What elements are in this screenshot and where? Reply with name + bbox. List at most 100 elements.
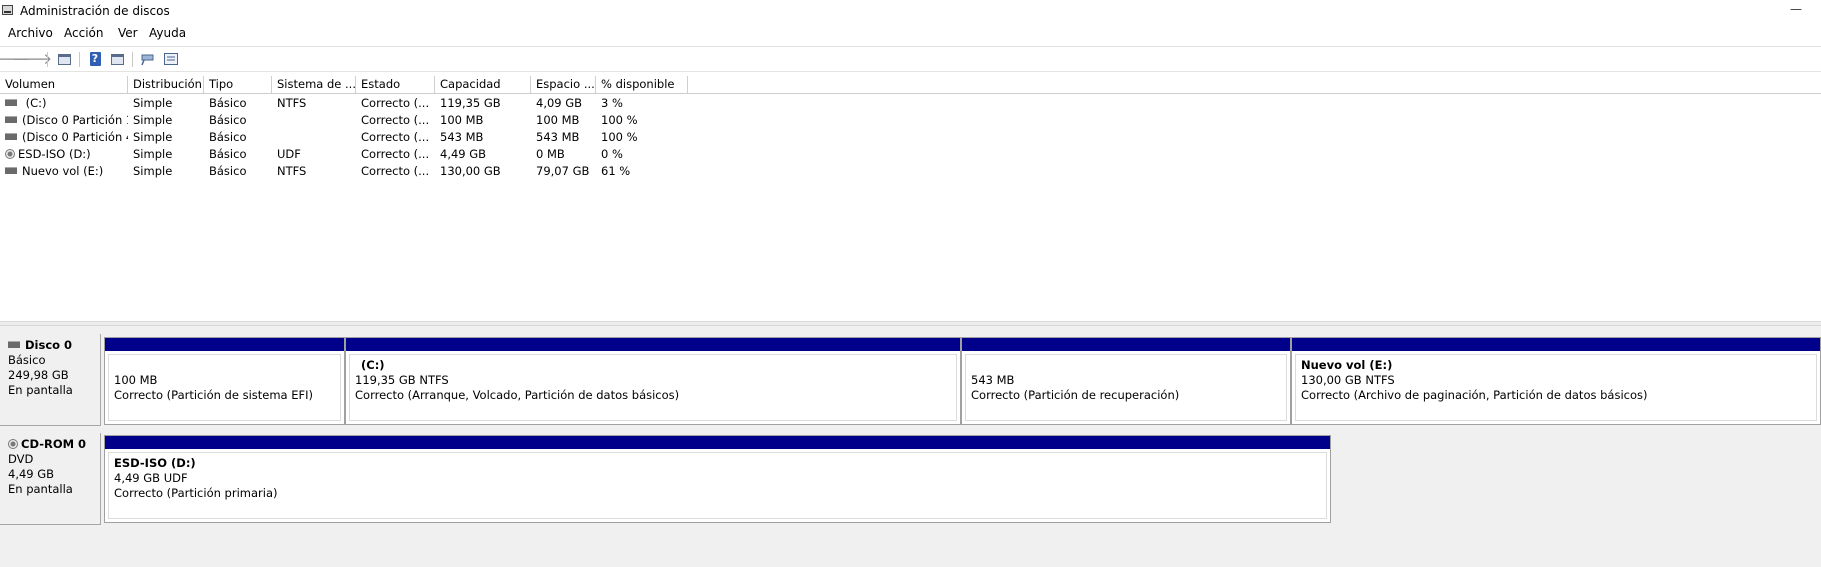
layout-cell: Simple (133, 130, 173, 144)
menu-accion[interactable]: Acción (62, 26, 105, 40)
column-header-disponible[interactable]: % disponible (596, 76, 688, 94)
disk-type: DVD (8, 452, 34, 466)
free-space-cell: 4,09 GB (536, 96, 583, 110)
filesystem-cell: NTFS (277, 164, 307, 178)
capacity-cell: 119,35 GB (440, 96, 501, 110)
toolbar: 🡐 🡒 ? (0, 46, 1821, 72)
table-row[interactable]: Nuevo vol (E:) Simple Básico NTFS Correc… (0, 163, 700, 180)
type-cell: Básico (209, 96, 247, 110)
minimize-button[interactable]: — (1781, 2, 1811, 18)
menu-ayuda[interactable]: Ayuda (147, 26, 188, 40)
partition-d[interactable]: ESD-ISO (D:) 4,49 GB UDF Correcto (Parti… (104, 435, 1331, 523)
partition-name: (C:) (361, 358, 385, 372)
connect-drive-icon[interactable] (140, 51, 156, 67)
column-header-volumen[interactable]: Volumen (0, 76, 128, 94)
partition-size: 130,00 GB NTFS (1301, 373, 1395, 387)
percent-free-cell: 100 % (601, 113, 638, 127)
column-header-sistema[interactable]: Sistema de ... (272, 76, 356, 94)
partition-bar (1292, 338, 1820, 351)
type-cell: Básico (209, 147, 247, 161)
capacity-cell: 100 MB (440, 113, 484, 127)
disk-icon (5, 167, 17, 174)
column-header-distribucion[interactable]: Distribución (128, 76, 204, 94)
cd-icon (5, 148, 15, 159)
status-cell: Correcto (... (361, 164, 430, 178)
disk-status: En pantalla (8, 482, 73, 496)
disk-management-icon (2, 5, 13, 15)
cd-icon (8, 438, 18, 449)
capacity-cell: 4,49 GB (440, 147, 487, 161)
volume-name: ESD-ISO (D:) (18, 147, 91, 161)
free-space-cell: 0 MB (536, 147, 565, 161)
disk-icon (5, 99, 17, 106)
type-cell: Básico (209, 164, 247, 178)
settings-icon[interactable] (163, 51, 179, 67)
menu-ver[interactable]: Ver (116, 26, 140, 40)
partition-status: Correcto (Partición primaria) (114, 486, 278, 500)
partition-efi[interactable]: 100 MB Correcto (Partición de sistema EF… (104, 337, 345, 425)
layout-cell: Simple (133, 113, 173, 127)
capacity-cell: 130,00 GB (440, 164, 501, 178)
column-header-capacidad[interactable]: Capacidad (435, 76, 531, 94)
table-row[interactable]: ESD-ISO (D:) Simple Básico UDF Correcto … (0, 146, 700, 163)
partition-e[interactable]: Nuevo vol (E:) 130,00 GB NTFS Correcto (… (1291, 337, 1821, 425)
partition-bar (105, 338, 344, 351)
filesystem-cell (272, 112, 356, 129)
cdrom-0-label[interactable]: CD-ROM 0 DVD 4,49 GB En pantalla (0, 433, 101, 525)
partition-bar (962, 338, 1290, 351)
status-cell: Correcto (... (361, 113, 430, 127)
volume-name: (C:) (22, 96, 47, 110)
partition-bar (346, 338, 960, 351)
partition-status: Correcto (Partición de recuperación) (971, 388, 1180, 402)
partition-status: Correcto (Partición de sistema EFI) (114, 388, 314, 402)
title-bar: Administración de discos — (0, 0, 1821, 22)
volume-name: (Disco 0 Partición 4) (22, 130, 128, 144)
column-header-tipo[interactable]: Tipo (204, 76, 272, 94)
partition-recovery[interactable]: 543 MB Correcto (Partición de recuperaci… (961, 337, 1291, 425)
column-header-estado[interactable]: Estado (356, 76, 435, 94)
disk-name: CD-ROM 0 (21, 437, 87, 451)
disk-0-label[interactable]: Disco 0 Básico 249,98 GB En pantalla (0, 334, 101, 426)
partition-size: 4,49 GB UDF (114, 471, 188, 485)
partition-c[interactable]: (C:) 119,35 GB NTFS Correcto (Arranque, … (345, 337, 961, 425)
type-cell: Básico (209, 113, 247, 127)
type-cell: Básico (209, 130, 247, 144)
volume-name: Nuevo vol (E:) (22, 164, 104, 178)
table-row[interactable]: (C:) Simple Básico NTFS Correcto (... 11… (0, 95, 700, 112)
forward-icon[interactable]: 🡒 (12, 51, 52, 67)
partition-status: Correcto (Arranque, Volcado, Partición d… (355, 388, 680, 402)
menu-archivo[interactable]: Archivo (6, 26, 55, 40)
disk-size: 249,98 GB (8, 368, 69, 382)
disk-status: En pantalla (8, 383, 73, 397)
table-row[interactable]: (Disco 0 Partición 1) Simple Básico Corr… (0, 112, 700, 129)
volume-list: Volumen Distribución Tipo Sistema de ...… (0, 76, 1821, 320)
table-row[interactable]: (Disco 0 Partición 4) Simple Básico Corr… (0, 129, 700, 146)
layout-cell: Simple (133, 96, 173, 110)
status-cell: Correcto (... (361, 96, 430, 110)
cdrom-0-partitions: ESD-ISO (D:) 4,49 GB UDF Correcto (Parti… (102, 435, 1331, 523)
menu-bar: Archivo Acción Ver Ayuda (0, 23, 1821, 45)
help-icon[interactable]: ? (87, 51, 103, 67)
status-cell: Correcto (... (361, 130, 430, 144)
free-space-cell: 100 MB (536, 113, 580, 127)
filesystem-cell (272, 129, 356, 146)
volume-name: (Disco 0 Partición 1) (22, 113, 128, 127)
filesystem-cell: UDF (277, 147, 301, 161)
column-header-espacio[interactable]: Espacio ... (531, 76, 596, 94)
free-space-cell: 79,07 GB (536, 164, 590, 178)
properties-icon[interactable] (109, 51, 125, 67)
console-tree-icon[interactable] (56, 51, 72, 67)
partition-bar (105, 436, 1330, 449)
partition-name: ESD-ISO (D:) (114, 456, 196, 470)
partition-size: 543 MB (971, 373, 1015, 387)
partition-name: Nuevo vol (E:) (1301, 358, 1393, 372)
percent-free-cell: 0 % (601, 147, 623, 161)
disk-icon (5, 133, 17, 140)
disk-name: Disco 0 (25, 338, 73, 352)
disk-icon (8, 341, 20, 348)
window-title: Administración de discos (20, 4, 170, 18)
disk-type: Básico (8, 353, 46, 367)
partition-size: 119,35 GB NTFS (355, 373, 449, 387)
layout-cell: Simple (133, 164, 173, 178)
disk-0-partitions: 100 MB Correcto (Partición de sistema EF… (102, 337, 1821, 425)
